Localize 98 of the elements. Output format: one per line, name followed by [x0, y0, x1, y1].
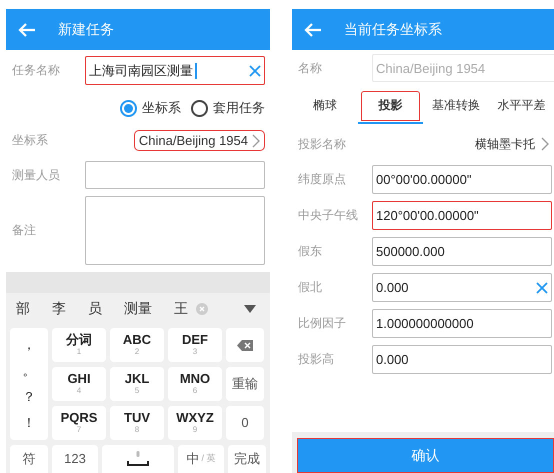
punctuation-key[interactable]: ， 。 ？ ！ — [10, 328, 48, 440]
field-label: 假东 — [297, 243, 323, 260]
notes-field[interactable] — [85, 196, 265, 265]
key-letters: ABC — [122, 333, 152, 348]
key-letters: 分词 — [66, 333, 92, 348]
key-digit: 4 — [76, 386, 82, 396]
field-label: 名称 — [297, 60, 323, 76]
field-label: 投影高 — [297, 351, 335, 368]
key-letters: PQRS — [60, 411, 98, 426]
backspace-icon — [237, 340, 253, 350]
chevron-right-icon — [541, 137, 549, 151]
task-name-field[interactable]: 上海司南园区测量 — [85, 56, 265, 85]
radio-label: 套用任务 — [213, 99, 265, 117]
parameter-field[interactable]: 500000.000 — [372, 237, 552, 266]
key-digit: 8 — [134, 426, 140, 435]
clear-icon[interactable] — [249, 64, 261, 76]
key-digit: 1 — [76, 348, 82, 357]
punctuation-mark: ？ — [22, 390, 36, 404]
parameter-field[interactable]: 1.000000000000 — [372, 309, 552, 338]
field-value: 0.000 — [376, 352, 410, 367]
key-digit: 5 — [134, 386, 140, 396]
key-digit: 6 — [192, 386, 198, 396]
candidate-word[interactable]: 王 — [174, 300, 188, 318]
key-digit: 7 — [76, 426, 82, 435]
parameter-field[interactable]: 0.000 — [372, 273, 552, 302]
field-label: 比例因子 — [297, 315, 347, 332]
key-letters: TUV — [124, 411, 150, 426]
key-letters: JKL — [124, 372, 150, 387]
field-value: 上海司南园区测量 — [89, 62, 193, 80]
radio-label: 坐标系 — [142, 99, 181, 117]
keyboard-key[interactable]: WXYZ 9 — [168, 406, 222, 440]
coordinate-system-picker[interactable]: China/Beijing 1954 — [134, 130, 265, 151]
field-value: 0.000 — [376, 280, 410, 295]
keyboard-key[interactable]: 0 — [226, 406, 264, 440]
backspace-key[interactable] — [226, 328, 264, 362]
candidate-word[interactable]: 员 — [88, 300, 102, 318]
text-cursor — [195, 62, 197, 78]
keyboard-key[interactable]: TUV 8 — [110, 406, 164, 440]
field-value: 00°00'00.00000" — [376, 172, 472, 187]
field-label: 假北 — [297, 279, 323, 296]
key-letters: GHI — [67, 372, 91, 387]
key-label: 中 — [186, 452, 200, 466]
punctuation-mark: ！ — [22, 416, 36, 430]
tab[interactable]: 水平平差 — [488, 88, 554, 124]
candidate-word[interactable]: 测量 — [124, 300, 152, 318]
punctuation-mark: ， — [22, 338, 36, 352]
field-value: 500000.000 — [376, 244, 446, 259]
surveyor-field[interactable] — [85, 161, 265, 189]
field-label: 备注 — [11, 222, 37, 239]
back-arrow-icon[interactable] — [304, 22, 322, 38]
keyboard-key[interactable]: 完成 — [228, 445, 266, 473]
field-value: 1.000000000000 — [376, 316, 475, 331]
keyboard-key[interactable]: 符 — [10, 445, 48, 473]
field-label: 纬度原点 — [297, 171, 347, 188]
keyboard-key[interactable]: ABC 2 — [110, 328, 164, 362]
screen-title: 新建任务 — [58, 20, 114, 38]
candidate-word[interactable]: 部 — [16, 300, 30, 318]
keyboard-key[interactable]: PQRS 7 — [52, 406, 106, 440]
tab[interactable]: 投影 — [358, 88, 423, 124]
keyboard-key[interactable]: JKL 5 — [110, 367, 164, 401]
clear-icon[interactable] — [536, 282, 548, 294]
screen-title: 当前任务坐标系 — [344, 20, 442, 38]
key-sublabel: / 英 — [201, 454, 216, 464]
field-value: 120°00'00.00000" — [376, 208, 480, 223]
clear-candidates-icon[interactable] — [196, 303, 208, 315]
space-key[interactable] — [102, 445, 174, 473]
tab[interactable]: 基准转换 — [423, 88, 488, 124]
keyboard-key[interactable]: 分词 1 — [52, 328, 106, 362]
key-letters: MNO — [180, 372, 210, 387]
key-digit: 2 — [134, 348, 140, 357]
keyboard-key[interactable]: 重输 — [226, 367, 264, 401]
keyboard-key[interactable]: GHI 4 — [52, 367, 106, 401]
chevron-right-icon — [252, 134, 260, 148]
radio-option[interactable]: 坐标系 — [120, 99, 181, 117]
key-letters: WXYZ — [176, 411, 214, 426]
punctuation-mark: 。 — [22, 364, 36, 378]
key-digit: 9 — [192, 426, 198, 435]
projection-name-value[interactable]: 横轴墨卡托 — [475, 136, 535, 152]
field-label: 投影名称 — [297, 136, 347, 152]
name-field[interactable]: China/Beijing 1954 — [372, 54, 554, 82]
parameter-field[interactable]: 00°00'00.00000" — [372, 165, 552, 194]
field-label: 任务名称 — [11, 62, 61, 79]
field-label: 坐标系 — [11, 132, 49, 149]
radio-option[interactable]: 套用任务 — [191, 99, 265, 117]
field-label: 测量人员 — [11, 166, 61, 184]
collapse-caret-icon[interactable] — [244, 305, 256, 313]
parameter-field[interactable]: 120°00'00.00000" — [372, 201, 552, 230]
keyboard-key[interactable]: 123 — [52, 445, 98, 473]
back-arrow-icon[interactable] — [18, 22, 36, 38]
parameter-field[interactable]: 0.000 — [372, 345, 552, 374]
candidate-word[interactable]: 李 — [52, 300, 66, 318]
keyboard-key[interactable]: MNO 6 — [168, 367, 222, 401]
key-letters: DEF — [182, 333, 208, 348]
keyboard-key[interactable]: DEF 3 — [168, 328, 222, 362]
tab[interactable]: 椭球 — [292, 88, 358, 124]
field-label: 中央子午线 — [297, 207, 359, 224]
space-mic-icon — [126, 450, 150, 468]
key-digit: 3 — [192, 348, 198, 357]
